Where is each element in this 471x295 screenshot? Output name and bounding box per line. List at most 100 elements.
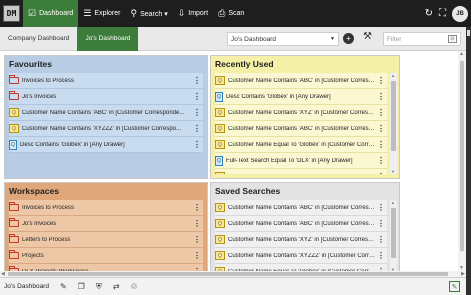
tab-dashboard[interactable]: Company Dashboard	[0, 27, 77, 51]
list-item-label: Desc Contains 'Globex' in [Any Drawer]	[20, 141, 125, 148]
caret-down-icon: ▼	[330, 36, 335, 42]
kebab-menu-icon[interactable]: ⋮	[377, 203, 385, 212]
kebab-menu-icon[interactable]: ⋮	[193, 140, 201, 149]
list-item[interactable]: DLX Projects Workspace⋮	[9, 264, 203, 271]
scroll-up-icon[interactable]: ▲	[391, 73, 395, 78]
kebab-menu-icon[interactable]: ⋮	[377, 156, 385, 165]
kebab-menu-icon[interactable]: ⋮	[377, 76, 385, 85]
kebab-menu-icon[interactable]: ⋮	[193, 219, 201, 228]
list-item[interactable]: Q Customer Name Contains 'ABC' in [Custom…	[215, 216, 387, 232]
search-icon: ⚲	[130, 8, 138, 18]
list-item[interactable]: QCustomer Name Contains 'XYZZZ' in [Cust…	[215, 169, 387, 174]
copy-icon[interactable]: ❐	[78, 282, 85, 292]
edit-dashboard-button[interactable]: ✎	[449, 281, 460, 292]
list-item[interactable]: QCustomer Name Equal To 'Globex' in [Cus…	[215, 137, 387, 153]
nav-explorer-button[interactable]: ☰ Explorer	[78, 0, 125, 27]
saved-search-icon: Q	[9, 108, 19, 117]
kebab-menu-icon[interactable]: ⋮	[193, 235, 201, 244]
tools-icon[interactable]: ⚒	[363, 31, 372, 42]
list-item[interactable]: Q Desc Contains 'Globex' in [Any Drawer] ⋮	[9, 137, 203, 153]
kebab-menu-icon[interactable]: ⋮	[193, 203, 201, 212]
fullscreen-icon[interactable]: ⛶	[439, 8, 446, 19]
footer-actions: ✎ ❐ ⛨ ⇄ ♲	[60, 282, 138, 292]
scroll-thumb[interactable]	[460, 61, 464, 251]
nav-search-button[interactable]: ⚲ Search ▾	[125, 0, 172, 27]
dashboard-select[interactable]: Jo's Dashboard ▼	[227, 32, 339, 46]
scroll-down-icon[interactable]: ▼	[391, 169, 395, 174]
folder-icon	[9, 75, 19, 84]
workspaces-list: Invoices to Process ⋮ Jo's Invoices ⋮ Letter…	[9, 200, 203, 271]
list-item[interactable]: QCustomer Name Equal To 'Globex' in [Cus…	[215, 264, 387, 271]
list-item[interactable]: Q Customer Name Contains 'ABC' in [Custom…	[9, 105, 203, 121]
top-nav-bar: DM ☑ Dashboard ☰ Explorer ⚲ Search ▾ ⇩ Import ⎙ S…	[0, 0, 471, 27]
kebab-menu-icon[interactable]: ⋮	[193, 251, 201, 260]
explorer-icon: ☰	[83, 8, 92, 18]
list-item[interactable]: QCustomer Name Contains 'XYZZZ' in [Cust…	[9, 121, 203, 137]
tab-dashboard[interactable]: Jo's Dashboard	[77, 26, 139, 51]
list-item[interactable]: Q Full-Text Search Equal To 'DLX' in [Any…	[215, 153, 387, 169]
panel-handle-icon[interactable]	[467, 30, 470, 36]
scroll-up-icon[interactable]: ▲	[391, 200, 395, 205]
list-item[interactable]: Letters to Process ⋮	[9, 232, 203, 248]
add-dashboard-button[interactable]: +	[343, 33, 354, 44]
shield-icon[interactable]: ⛨	[96, 282, 102, 292]
document-icon: Q	[215, 155, 223, 166]
list-item[interactable]: Q Customer Name Contains 'ABC' in [Custom…	[215, 121, 387, 137]
list-item-label: Invoices to Process	[22, 77, 75, 84]
list-item[interactable]: Q Desc Contains 'Globex' in [Any Drawer] ⋮	[215, 89, 387, 105]
filter-input[interactable]: Filter ⊟	[383, 32, 461, 46]
list-item-label: Customer Name Contains 'ABC' in [Custome…	[228, 77, 376, 84]
kebab-menu-icon[interactable]: ⋮	[377, 124, 385, 133]
list-item-label: Letters to Process	[22, 236, 71, 243]
recently-used-list: Q Customer Name Contains 'ABC' in [Custom…	[215, 73, 387, 174]
filter-icon[interactable]: ⊟	[448, 35, 457, 43]
kebab-menu-icon[interactable]: ⋮	[377, 219, 385, 228]
main-vertical-scrollbar[interactable]: ▲ ▼	[458, 51, 466, 271]
list-item[interactable]: Q Customer Name Contains 'ABC' in [Custom…	[215, 200, 387, 216]
kebab-menu-icon[interactable]: ⋮	[377, 140, 385, 149]
kebab-menu-icon[interactable]: ⋮	[377, 235, 385, 244]
kebab-menu-icon[interactable]: ⋮	[193, 76, 201, 85]
list-item[interactable]: Q Customer Name Contains 'XYZ' in [Custom…	[215, 105, 387, 121]
scroll-thumb[interactable]	[391, 81, 396, 151]
list-item-label: Customer Name Contains 'XYZZZ' in [Custo…	[22, 125, 182, 132]
kebab-menu-icon[interactable]: ⋮	[193, 108, 201, 117]
list-item[interactable]: Jo's Invoices ⋮	[9, 216, 203, 232]
trash-icon[interactable]: ♲	[131, 282, 138, 292]
scroll-up-icon[interactable]: ▲	[459, 51, 464, 57]
kebab-menu-icon[interactable]: ⋮	[377, 251, 385, 260]
transfer-icon[interactable]: ⇄	[113, 282, 120, 292]
nav-scan-button[interactable]: ⎙ Scan	[213, 0, 249, 27]
list-item-label: Customer Name Contains 'ABC' in [Custome…	[228, 204, 376, 211]
saved-search-icon: Q	[9, 124, 19, 133]
list-item[interactable]: Jo's Invoices ⋮	[9, 89, 203, 105]
dashboard-icon: ☑	[28, 8, 37, 18]
pencil-icon[interactable]: ✎	[60, 282, 67, 292]
kebab-menu-icon[interactable]: ⋮	[377, 172, 385, 174]
kebab-menu-icon[interactable]: ⋮	[193, 124, 201, 133]
kebab-menu-icon[interactable]: ⋮	[377, 108, 385, 117]
folder-icon	[9, 250, 19, 259]
list-item[interactable]: QCustomer Name Contains 'XYZZZ' in [Cust…	[215, 248, 387, 264]
scroll-thumb[interactable]	[8, 272, 448, 276]
kebab-menu-icon[interactable]: ⋮	[377, 92, 385, 101]
list-item-label: Projects	[22, 252, 44, 259]
list-item[interactable]: Q Customer Name Contains 'ABC' in [Custom…	[215, 73, 387, 89]
nav-dashboard-button[interactable]: ☑ Dashboard	[23, 0, 79, 27]
saved-search-icon: Q	[215, 172, 225, 174]
recently-used-scrollbar[interactable]: ▲ ▼	[390, 73, 397, 174]
nav-label: Search ▾	[140, 10, 168, 18]
nav-import-button[interactable]: ⇩ Import	[173, 0, 213, 27]
list-item[interactable]: Q Customer Name Contains 'XYZ' in [Custom…	[215, 232, 387, 248]
saved-searches-scrollbar[interactable]: ▲ ▼	[390, 200, 397, 271]
scroll-thumb[interactable]	[391, 208, 396, 258]
folder-icon	[9, 234, 19, 243]
list-item[interactable]: Invoices to Process ⋮	[9, 200, 203, 216]
user-avatar[interactable]: JB	[452, 5, 468, 22]
list-item[interactable]: Projects ⋮	[9, 248, 203, 264]
kebab-menu-icon[interactable]: ⋮	[193, 92, 201, 101]
list-item[interactable]: Invoices to Process ⋮	[9, 73, 203, 89]
saved-search-icon: Q	[215, 108, 225, 117]
saved-search-icon: Q	[215, 76, 225, 85]
refresh-icon[interactable]: ↻	[425, 8, 433, 19]
